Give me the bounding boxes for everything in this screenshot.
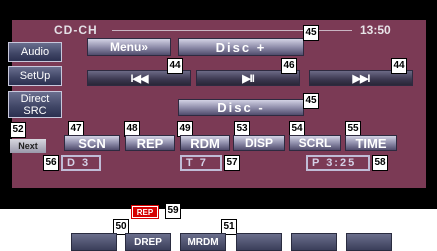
- audio-button[interactable]: Audio: [8, 42, 62, 62]
- setup-button[interactable]: SetUp: [8, 66, 62, 86]
- clock: 13:50: [360, 23, 391, 37]
- bottom-button-1[interactable]: [71, 233, 117, 251]
- callout-45-top: 45: [303, 25, 319, 41]
- callout-46: 46: [281, 58, 297, 74]
- scroll-button[interactable]: SCRL: [289, 135, 341, 151]
- play-time-display: P 3:25: [306, 155, 370, 171]
- callout-45-bottom: 45: [303, 93, 319, 109]
- callout-56: 56: [43, 155, 59, 171]
- callout-44-left: 44: [167, 58, 183, 74]
- bottom-button-4[interactable]: [236, 233, 282, 251]
- repeat-button[interactable]: REP: [125, 135, 175, 151]
- disc-number-display: D 3: [61, 155, 101, 171]
- display-button[interactable]: DISP: [233, 135, 285, 151]
- disc-plus-button[interactable]: Disc +: [178, 38, 304, 56]
- callout-58: 58: [372, 155, 388, 171]
- track-number-display: T 7: [180, 155, 222, 171]
- bottom-button-6[interactable]: [346, 233, 392, 251]
- callout-44-right: 44: [391, 58, 407, 74]
- time-button[interactable]: TIME: [345, 135, 397, 151]
- callout-59: 59: [165, 203, 181, 219]
- disc-minus-button[interactable]: Disc -: [178, 99, 304, 116]
- disc-repeat-button[interactable]: DREP: [125, 233, 171, 251]
- bottom-button-5[interactable]: [291, 233, 337, 251]
- direct-src-button[interactable]: Direct SRC: [8, 91, 62, 118]
- source-label: CD-CH: [54, 23, 98, 37]
- menu-button[interactable]: Menu»: [87, 38, 171, 56]
- play-pause-icon: ▶II: [242, 72, 255, 85]
- random-button[interactable]: RDM: [180, 135, 230, 151]
- callout-52: 52: [10, 122, 26, 138]
- scan-button[interactable]: SCN: [64, 135, 120, 151]
- callout-57: 57: [224, 155, 240, 171]
- repeat-indicator: REP: [131, 205, 159, 219]
- magazine-random-button[interactable]: MRDM: [180, 233, 226, 251]
- skip-back-icon: I◀◀: [130, 72, 149, 85]
- next-button[interactable]: Next: [10, 139, 46, 153]
- skip-forward-icon: ▶▶I: [352, 72, 371, 85]
